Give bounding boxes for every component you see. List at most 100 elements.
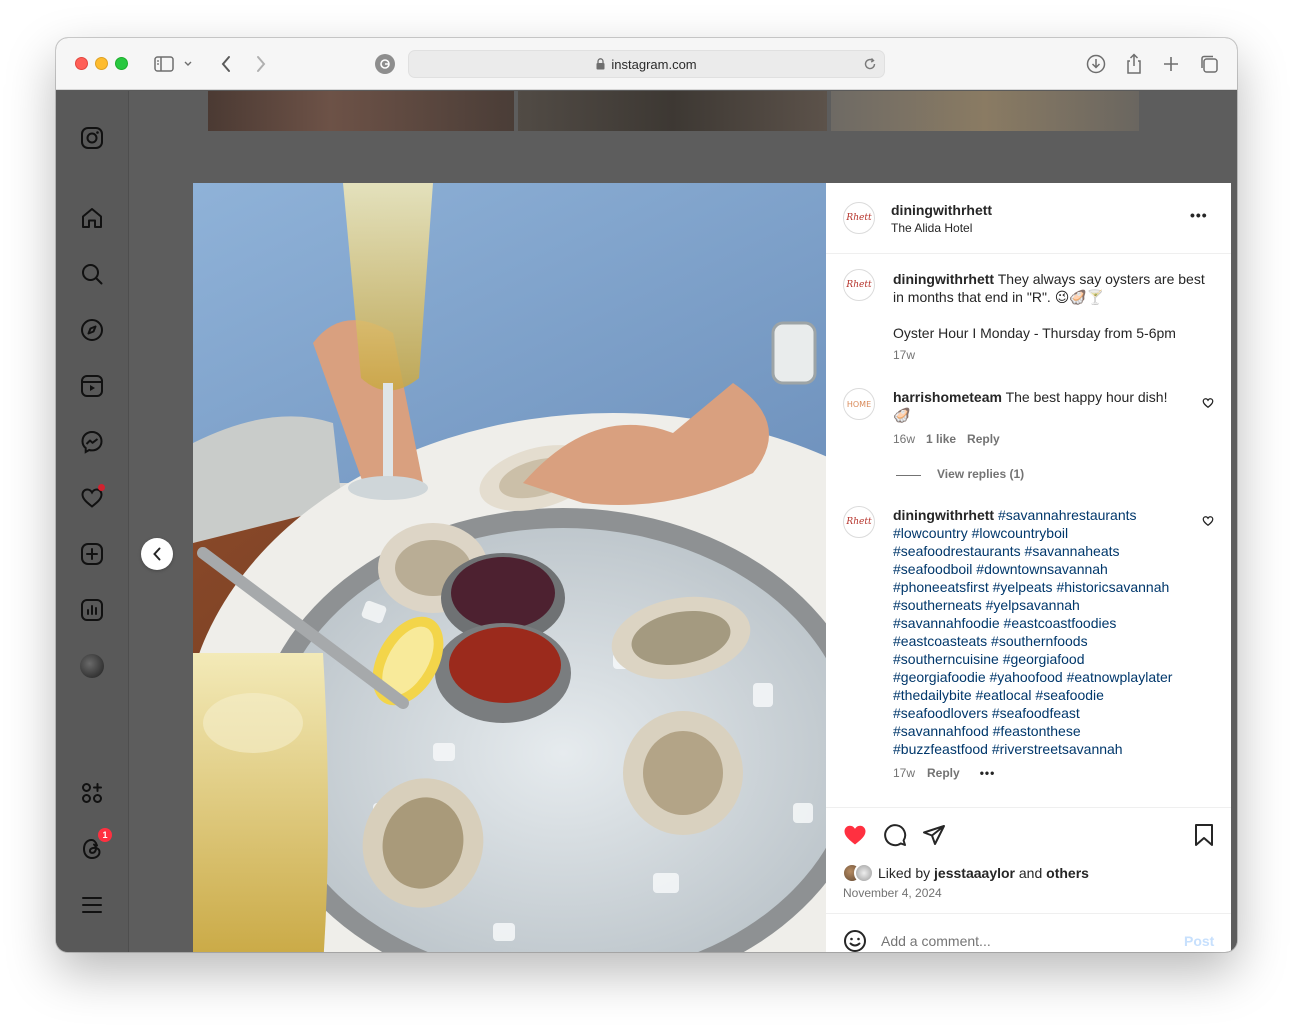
comment: diningwithrhett #savannahrestaurants #lo… bbox=[893, 506, 1203, 758]
forward-icon[interactable] bbox=[249, 52, 273, 76]
liked-heart-icon[interactable] bbox=[842, 823, 868, 852]
comment-username[interactable]: harrishometeam bbox=[893, 389, 1002, 405]
close-window-button[interactable] bbox=[75, 57, 88, 70]
liker-avatar[interactable] bbox=[854, 863, 874, 883]
avatar-logo-text: Rhett bbox=[846, 517, 872, 527]
hashtag-line[interactable]: #georgiafoodie #yahoofood #eatnowplaylat… bbox=[893, 668, 1203, 686]
view-replies-button[interactable]: View replies (1) bbox=[937, 467, 1024, 481]
share-icon[interactable] bbox=[1122, 52, 1146, 76]
commenter-avatar[interactable]: HOME bbox=[843, 388, 875, 420]
caption-extra: Oyster Hour I Monday - Thursday from 5-6… bbox=[893, 325, 1176, 341]
notifications-heart-icon[interactable] bbox=[80, 484, 105, 510]
post-options-icon[interactable]: ••• bbox=[1190, 207, 1208, 223]
tab-overview-icon[interactable] bbox=[1197, 52, 1221, 76]
liked-by-user[interactable]: jesstaaaylor bbox=[934, 865, 1015, 881]
browser-toolbar: instagram.com bbox=[56, 38, 1237, 90]
downloads-icon[interactable] bbox=[1084, 52, 1108, 76]
back-icon[interactable] bbox=[214, 52, 238, 76]
liked-by-others[interactable]: others bbox=[1046, 865, 1089, 881]
comment-meta: 17w Reply ••• bbox=[893, 766, 995, 780]
liked-by-text: Liked by jesstaaaylor and others bbox=[878, 865, 1089, 881]
caption-avatar[interactable]: Rhett bbox=[843, 269, 875, 301]
hashtag-line[interactable]: #savannahfoodie #eastcoastfoodies bbox=[893, 614, 1203, 632]
home-icon[interactable] bbox=[80, 206, 104, 230]
browser-window: instagram.com 1 Rhett diningwithrhett Th… bbox=[56, 38, 1237, 952]
share-post-icon[interactable] bbox=[922, 823, 946, 852]
comment-time[interactable]: 17w bbox=[893, 766, 915, 780]
hashtag-line[interactable]: #eastcoasteats #southernfoods bbox=[893, 632, 1203, 650]
commenter-avatar[interactable]: Rhett bbox=[843, 506, 875, 538]
hashtag-line[interactable]: #thedailybite #eatlocal #seafoodie bbox=[893, 686, 1203, 704]
minimize-window-button[interactable] bbox=[95, 57, 108, 70]
explore-icon[interactable] bbox=[80, 318, 104, 342]
hashtag-line[interactable]: #savannahrestaurants bbox=[998, 507, 1137, 523]
zoom-window-button[interactable] bbox=[115, 57, 128, 70]
search-icon[interactable] bbox=[80, 262, 104, 286]
post-header: Rhett diningwithrhett The Alida Hotel ••… bbox=[826, 183, 1231, 254]
dashboard-icon[interactable] bbox=[80, 598, 104, 622]
hashtag-line[interactable]: #southerncuisine #georgiafood bbox=[893, 650, 1203, 668]
sidebar-toggle-icon[interactable] bbox=[152, 52, 176, 76]
hashtag-line[interactable]: #seafoodboil #downtownsavannah bbox=[893, 560, 1203, 578]
liked-by-prefix: Liked by bbox=[878, 865, 931, 881]
hashtag-line[interactable]: #seafoodlovers #seafoodfeast bbox=[893, 704, 1203, 722]
hashtag-line[interactable]: #seafoodrestaurants #savannaheats bbox=[893, 542, 1203, 560]
replies-divider bbox=[896, 475, 921, 476]
instagram-logo-icon[interactable] bbox=[80, 126, 104, 150]
caption-time[interactable]: 17w bbox=[893, 348, 915, 362]
create-icon[interactable] bbox=[80, 542, 104, 566]
profile-avatar[interactable] bbox=[80, 654, 104, 678]
profile-grid-background: Rhett diningwithrhett The Alida Hotel ••… bbox=[129, 91, 1237, 952]
hashtag-line[interactable]: #lowcountry #lowcountryboil bbox=[893, 524, 1203, 542]
url-text: instagram.com bbox=[611, 56, 697, 72]
add-comment-input[interactable] bbox=[881, 929, 1171, 952]
comment-time[interactable]: 16w bbox=[893, 432, 915, 446]
previous-post-button[interactable] bbox=[141, 538, 173, 570]
site-favicon-icon bbox=[375, 54, 395, 74]
like-comment-icon[interactable] bbox=[1202, 396, 1214, 414]
emoji-icon[interactable] bbox=[843, 929, 867, 952]
hashtag-line[interactable]: #savannahfood #feastonthese bbox=[893, 722, 1203, 740]
add-comment-bar: Post bbox=[826, 913, 1231, 952]
comment-likes[interactable]: 1 like bbox=[926, 432, 956, 446]
post-location[interactable]: The Alida Hotel bbox=[891, 221, 972, 235]
like-comment-icon[interactable] bbox=[1202, 514, 1214, 532]
also-from-meta-icon[interactable] bbox=[80, 781, 104, 805]
grid-thumbnail[interactable] bbox=[208, 91, 514, 131]
post-details-panel: Rhett diningwithrhett The Alida Hotel ••… bbox=[826, 183, 1231, 952]
address-bar[interactable]: instagram.com bbox=[408, 50, 885, 78]
more-menu-icon[interactable] bbox=[80, 893, 104, 917]
post-image[interactable] bbox=[193, 183, 827, 952]
comment-options-icon[interactable]: ••• bbox=[980, 766, 996, 780]
reels-icon[interactable] bbox=[80, 374, 104, 398]
likes-summary: Liked by jesstaaaylor and others bbox=[842, 863, 1089, 883]
save-bookmark-icon[interactable] bbox=[1193, 823, 1215, 852]
notification-dot bbox=[98, 484, 105, 491]
comment-username[interactable]: diningwithrhett bbox=[893, 507, 994, 523]
author-avatar[interactable]: Rhett bbox=[843, 202, 875, 234]
caption-username[interactable]: diningwithrhett bbox=[893, 271, 994, 287]
threads-icon[interactable]: 1 bbox=[80, 828, 112, 861]
caption: diningwithrhett They always say oysters … bbox=[893, 270, 1213, 306]
grid-thumbnail[interactable] bbox=[518, 91, 827, 131]
hashtag-line[interactable]: #phoneeatsfirst #yelpeats #historicsavan… bbox=[893, 578, 1203, 596]
threads-badge: 1 bbox=[98, 828, 112, 842]
grid-thumbnail[interactable] bbox=[831, 91, 1139, 131]
instagram-sidebar: 1 bbox=[56, 91, 129, 952]
hashtag-line[interactable]: #southerneats #yelpsavannah bbox=[893, 596, 1203, 614]
new-tab-icon[interactable] bbox=[1159, 52, 1183, 76]
liked-by-and: and bbox=[1018, 865, 1043, 881]
lock-icon bbox=[596, 58, 605, 70]
comment-icon[interactable] bbox=[883, 823, 907, 852]
hashtag-line[interactable]: #buzzfeastfood #riverstreetsavannah bbox=[893, 740, 1203, 758]
reply-button[interactable]: Reply bbox=[967, 432, 1000, 446]
chevron-down-icon[interactable] bbox=[181, 52, 195, 76]
reload-icon[interactable] bbox=[862, 56, 878, 75]
avatar-logo-text: Rhett bbox=[846, 213, 872, 223]
reply-button[interactable]: Reply bbox=[927, 766, 960, 780]
messenger-icon[interactable] bbox=[80, 430, 104, 454]
post-date[interactable]: November 4, 2024 bbox=[843, 886, 942, 900]
post-author-name[interactable]: diningwithrhett bbox=[891, 202, 992, 218]
avatar-logo-text: HOME bbox=[846, 399, 872, 409]
post-comment-button[interactable]: Post bbox=[1184, 933, 1214, 949]
